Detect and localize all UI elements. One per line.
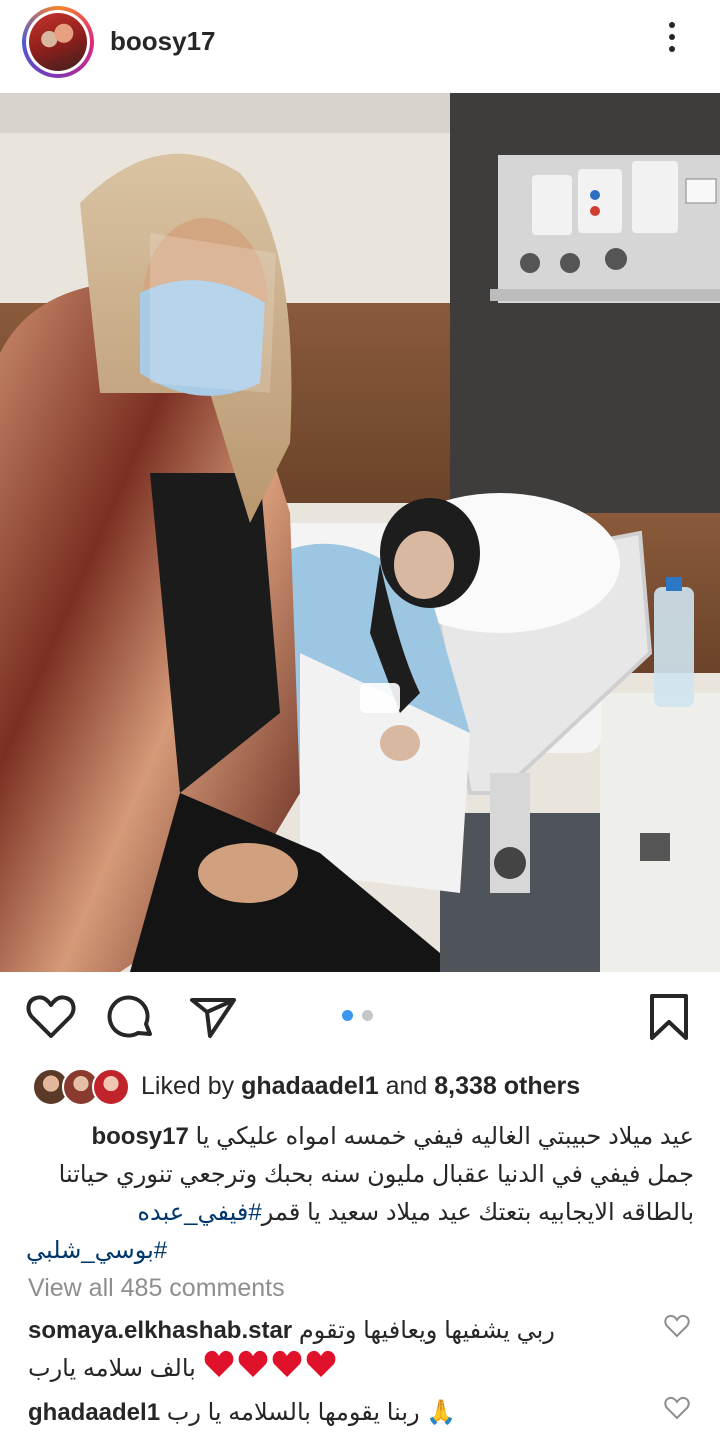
caption-line: جمل فيفي في الدنيا عقبال مليون سنه بحبك … bbox=[59, 1156, 694, 1194]
red-heart-icon bbox=[306, 1350, 336, 1377]
heart-emoji-group bbox=[204, 1350, 340, 1378]
caption-line: بالطاقه الايجابيه بتعتك عيد ميلاد سعيد ي… bbox=[137, 1194, 694, 1232]
post-username[interactable]: boosy17 bbox=[110, 26, 216, 57]
pray-emoji: 🙏 bbox=[426, 1399, 457, 1426]
liked-by-user[interactable]: ghadaadel1 bbox=[241, 1072, 379, 1100]
liked-by-text[interactable]: Liked by ghadaadel1 and 8,338 others bbox=[141, 1072, 580, 1101]
hospital-scene-image bbox=[0, 93, 720, 972]
profile-avatar[interactable] bbox=[22, 6, 94, 78]
avatar-border bbox=[26, 10, 90, 74]
comment-row: somaya.elkhashab.star ربي يشفيها ويعافيه… bbox=[28, 1316, 555, 1345]
comment-username[interactable]: somaya.elkhashab.star bbox=[28, 1317, 292, 1344]
caption-line: عيد ميلاد حبيبتي الغاليه فيفي خمسه امواه… bbox=[91, 1118, 694, 1156]
comment-text: ربنا يقومها بالسلامه يا رب bbox=[166, 1399, 420, 1426]
post-photo[interactable] bbox=[0, 93, 720, 972]
caption-text: بالطاقه الايجابيه بتعتك عيد ميلاد سعيد ي… bbox=[261, 1199, 694, 1226]
red-heart-icon bbox=[238, 1350, 268, 1377]
caption-text: جمل فيفي في الدنيا عقبال مليون سنه بحبك … bbox=[58, 1161, 694, 1188]
comment-icon[interactable] bbox=[104, 990, 158, 1044]
hashtag-link[interactable]: #بوسي_شلبي bbox=[26, 1237, 167, 1264]
avatar-image bbox=[29, 13, 87, 71]
comment-like-icon[interactable] bbox=[664, 1396, 690, 1420]
caption-line: #بوسي_شلبي bbox=[26, 1232, 167, 1270]
comment-text: ربي يشفيها ويعافيها وتقوم bbox=[298, 1317, 555, 1344]
post-header: boosy17 bbox=[0, 0, 720, 92]
red-heart-icon bbox=[272, 1350, 302, 1377]
caption-username[interactable]: boosy17 bbox=[91, 1123, 188, 1150]
send-icon[interactable] bbox=[186, 990, 240, 1044]
comment-row: ghadaadel1 ربنا يقومها بالسلامه يا رب 🙏 bbox=[28, 1398, 456, 1427]
red-heart-icon bbox=[204, 1350, 234, 1377]
comment-username[interactable]: ghadaadel1 bbox=[28, 1399, 160, 1426]
carousel-dot bbox=[362, 1010, 373, 1021]
liked-by-and: and bbox=[378, 1072, 435, 1100]
liker-avatar bbox=[92, 1068, 130, 1106]
liked-by-prefix: Liked by bbox=[141, 1072, 242, 1100]
hashtag-link[interactable]: #فيفي_عبده bbox=[137, 1199, 261, 1226]
more-vertical-icon[interactable] bbox=[660, 22, 684, 58]
likes-count[interactable]: 8,338 others bbox=[434, 1072, 580, 1100]
comment-text-line2: بالف سلامه يارب bbox=[28, 1355, 196, 1382]
carousel-dot-active bbox=[342, 1010, 353, 1021]
view-all-comments-link[interactable]: View all 485 comments bbox=[28, 1274, 285, 1303]
bookmark-icon[interactable] bbox=[642, 990, 696, 1044]
carousel-indicator bbox=[342, 1010, 382, 1022]
heart-icon[interactable] bbox=[24, 990, 78, 1044]
comment-like-icon[interactable] bbox=[664, 1314, 690, 1338]
caption-text: عيد ميلاد حبيبتي الغاليه فيفي خمسه امواه… bbox=[195, 1123, 694, 1150]
likes-row[interactable]: Liked by ghadaadel1 and 8,338 others bbox=[0, 1064, 720, 1110]
